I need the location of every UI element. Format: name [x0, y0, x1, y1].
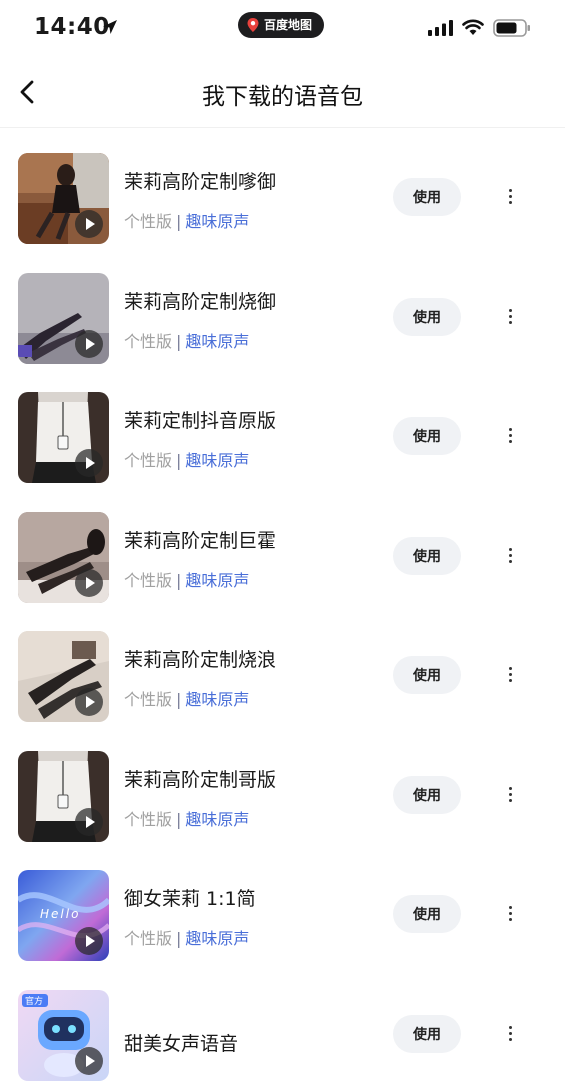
play-icon[interactable]: [75, 329, 103, 358]
edition-label: 个性版: [124, 690, 173, 709]
voice-meta: 个性版 | 趣味原声: [124, 208, 249, 232]
voice-thumbnail[interactable]: [18, 511, 109, 603]
play-icon[interactable]: [75, 210, 103, 238]
voice-package-list: 茉莉高阶定制嗲御 个性版 | 趣味原声 使用 茉莉高阶定制烧御 个性版 | 趣味原声 使…: [0, 130, 565, 1086]
voice-meta: 个性版 | 趣味原声: [124, 567, 249, 591]
category-tag: 趣味原声: [185, 929, 250, 948]
edition-label: 个性版: [124, 451, 173, 470]
more-options-icon[interactable]: [500, 306, 520, 330]
edition-label: 个性版: [124, 809, 173, 829]
more-options-icon[interactable]: [500, 664, 520, 688]
use-button[interactable]: 使用: [393, 178, 461, 216]
play-icon[interactable]: [75, 927, 103, 955]
category-tag: 趣味原声: [185, 331, 250, 351]
list-item[interactable]: 茉莉高阶定制哥版 个性版 | 趣味原声 使用: [0, 728, 565, 848]
voice-thumbnail[interactable]: [18, 392, 109, 483]
meta-separator: |: [176, 451, 182, 470]
more-options-icon[interactable]: [500, 545, 520, 569]
play-icon[interactable]: [75, 688, 103, 716]
meta-separator: |: [176, 809, 182, 829]
more-options-icon[interactable]: [500, 186, 520, 210]
location-arrow-icon: [103, 20, 117, 34]
page-title: 我下载的语音包: [202, 84, 363, 110]
navigation-bar: 我下载的语音包: [0, 56, 565, 128]
voice-title: 御女茉莉 1:1简: [124, 888, 256, 910]
status-time: 14:40: [34, 14, 110, 40]
category-tag: 趣味原声: [185, 809, 250, 829]
voice-meta: 个性版 | 趣味原声: [124, 447, 249, 471]
voice-meta: 个性版 | 趣味原声: [124, 328, 249, 352]
voice-thumbnail[interactable]: [18, 631, 109, 722]
voice-thumbnail[interactable]: [18, 153, 109, 244]
voice-meta: 个性版 | 趣味原声: [124, 925, 249, 949]
status-bar: 14:40 百度地图: [0, 0, 565, 56]
more-options-icon[interactable]: [500, 903, 520, 927]
voice-meta: 个性版 | 趣味原声: [124, 806, 249, 830]
list-item[interactable]: 茉莉高阶定制巨霍 个性版 | 趣味原声 使用: [0, 489, 565, 609]
thumbnail-caption: Hello: [40, 907, 80, 921]
voice-title: 茉莉高阶定制烧浪: [124, 649, 277, 671]
category-tag: 趣味原声: [185, 451, 250, 470]
voice-title: 茉莉高阶定制烧御: [124, 290, 277, 313]
play-icon[interactable]: [75, 449, 103, 477]
edition-label: 个性版: [124, 212, 173, 231]
use-button[interactable]: 使用: [393, 656, 461, 694]
official-badge: 官方: [25, 995, 43, 1007]
play-icon[interactable]: [75, 807, 103, 836]
voice-title: 甜美女声语音: [124, 1032, 239, 1055]
category-tag: 趣味原声: [185, 570, 250, 590]
meta-separator: |: [176, 929, 182, 948]
use-button[interactable]: 使用: [393, 775, 461, 814]
voice-thumbnail[interactable]: Hello: [18, 870, 109, 961]
use-button[interactable]: 使用: [393, 417, 461, 455]
list-item[interactable]: 茉莉高阶定制嗲御 个性版 | 趣味原声 使用: [0, 130, 565, 250]
edition-label: 个性版: [124, 929, 173, 948]
voice-title: 茉莉高阶定制嗲御: [124, 171, 277, 193]
edition-label: 个性版: [124, 570, 173, 590]
use-button[interactable]: 使用: [393, 536, 461, 575]
edition-label: 个性版: [124, 331, 173, 351]
voice-title: 茉莉高阶定制巨霍: [124, 529, 277, 552]
use-button[interactable]: 使用: [393, 895, 461, 933]
meta-separator: |: [176, 212, 182, 231]
battery-icon: [493, 19, 530, 37]
play-icon[interactable]: [75, 568, 103, 597]
list-item[interactable]: 茉莉高阶定制烧浪 个性版 | 趣味原声 使用: [0, 608, 565, 728]
use-button[interactable]: 使用: [393, 297, 461, 336]
voice-thumbnail[interactable]: 官方: [18, 989, 109, 1081]
app-indicator-pill[interactable]: 百度地图: [238, 12, 324, 38]
voice-thumbnail[interactable]: [18, 750, 109, 842]
more-options-icon[interactable]: [500, 1023, 520, 1047]
meta-separator: |: [176, 331, 182, 351]
voice-meta: 个性版 | 趣味原声: [124, 686, 249, 710]
list-item[interactable]: 官方 甜美女声语音 使用: [0, 967, 565, 1087]
meta-separator: |: [176, 690, 182, 709]
category-tag: 趣味原声: [185, 690, 250, 709]
signal-icon: [428, 20, 453, 36]
more-options-icon[interactable]: [500, 784, 520, 808]
voice-title: 茉莉高阶定制哥版: [124, 768, 277, 791]
meta-separator: |: [176, 570, 182, 590]
list-item[interactable]: 茉莉高阶定制烧御 个性版 | 趣味原声 使用: [0, 250, 565, 370]
use-button[interactable]: 使用: [393, 1014, 461, 1053]
app-indicator-label: 百度地图: [264, 18, 313, 32]
more-options-icon[interactable]: [500, 425, 520, 449]
map-pin-icon: [247, 18, 259, 32]
list-item[interactable]: Hello 御女茉莉 1:1简 个性版 | 趣味原声 使用: [0, 847, 565, 967]
voice-thumbnail[interactable]: [18, 272, 109, 364]
play-icon[interactable]: [75, 1046, 103, 1075]
category-tag: 趣味原声: [185, 212, 250, 231]
wifi-icon: [462, 19, 484, 35]
list-item[interactable]: 茉莉定制抖音原版 个性版 | 趣味原声 使用: [0, 369, 565, 489]
voice-title: 茉莉定制抖音原版: [124, 410, 277, 432]
